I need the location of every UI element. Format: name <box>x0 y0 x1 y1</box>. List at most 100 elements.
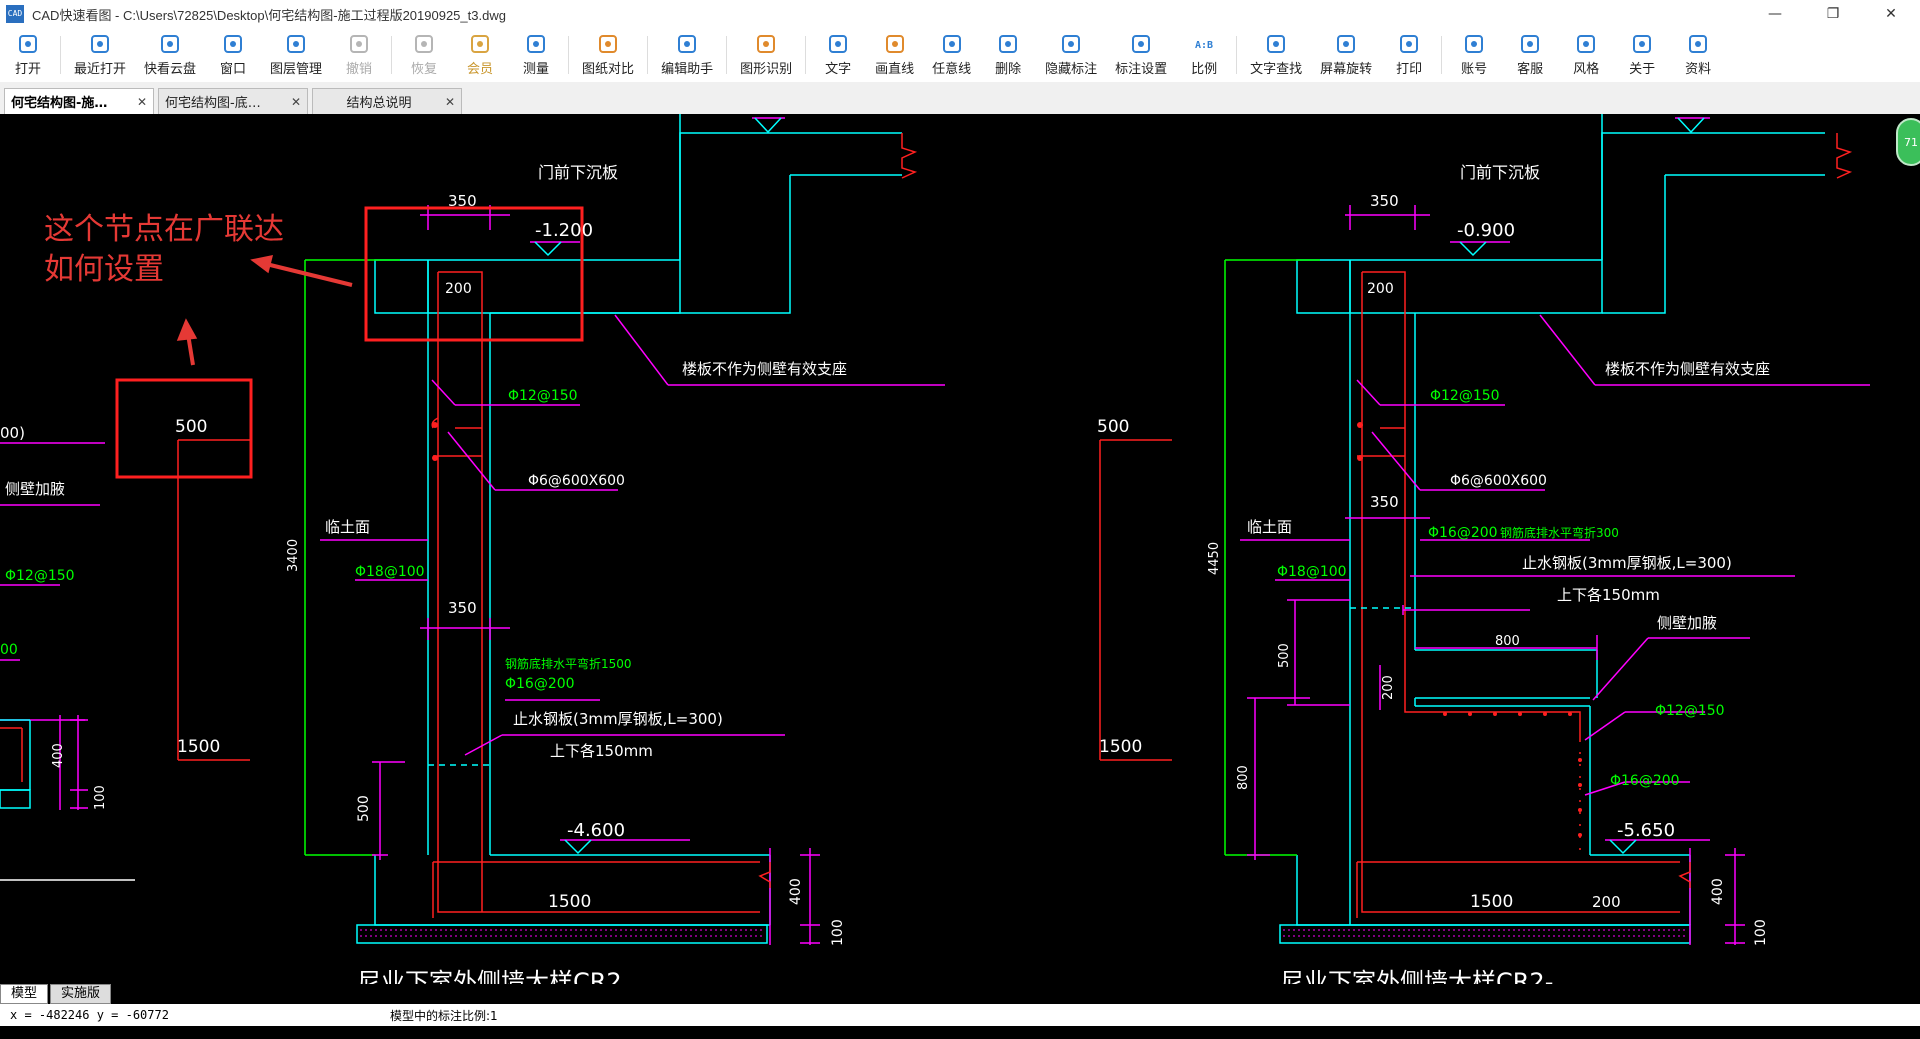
right-dim-1500: 1500 <box>1470 892 1513 912</box>
maximize-button[interactable]: ❐ <box>1804 0 1862 28</box>
toolbar-button-8[interactable]: 测量 <box>508 28 564 82</box>
toolbar-label: 最近打开 <box>74 62 127 77</box>
annotation-question: 这个节点在广联达 如何设置 <box>44 210 284 290</box>
style-icon <box>1575 33 1597 55</box>
toolbar-separator <box>60 36 61 74</box>
toolbar-button-18[interactable]: A:B 比例 <box>1176 28 1232 82</box>
left-waterstop-2: 上下各150mm <box>550 742 653 760</box>
toolbar-button-26[interactable]: 资料 <box>1670 28 1726 82</box>
middle-dim-500: 500 <box>175 417 207 437</box>
right-rebar-3: Φ18@100 <box>1277 564 1347 580</box>
toolbar-button-1[interactable]: 最近打开 <box>65 28 135 82</box>
toolbar-button-24[interactable]: 风格 <box>1558 28 1614 82</box>
settings-icon <box>1130 33 1152 55</box>
right-ground-label: 临土面 <box>1247 518 1292 536</box>
toolbar-button-12[interactable]: 文字 <box>810 28 866 82</box>
toolbar-button-25[interactable]: 关于 <box>1614 28 1670 82</box>
tab-label: 何宅结构图-施… <box>11 96 108 111</box>
toolbar-button-16[interactable]: 隐藏标注 <box>1036 28 1106 82</box>
toolbar-label: 标注设置 <box>1115 62 1168 77</box>
right-dim-200-bottom: 200 <box>1592 893 1621 911</box>
side-floating-badge[interactable]: 71 <box>1896 118 1920 166</box>
document-icon <box>1687 33 1709 55</box>
printer-icon <box>1398 33 1420 55</box>
toolbar-label: 图纸对比 <box>582 62 635 77</box>
cad-drawing: 门前下沉板 350 -1.200 200 楼板不作为侧壁有效支座 Φ12@150… <box>0 114 1870 984</box>
toolbar-label: 图形识别 <box>740 62 793 77</box>
tab-label: 何宅结构图-底… <box>165 96 261 111</box>
window-title: CAD快速看图 - C:\Users\72825\Desktop\何宅结构图-施… <box>32 7 506 23</box>
toolbar-button-3[interactable]: 窗口 <box>205 28 261 82</box>
toolbar-label: 窗口 <box>220 62 247 77</box>
minimize-button[interactable]: — <box>1746 0 1804 28</box>
left-detail-title: 尼业下室外侧墙大样CR2 <box>357 968 622 984</box>
window-icon <box>222 33 244 55</box>
tab-document-2[interactable]: 何宅结构图-底… ✕ <box>158 88 308 114</box>
toolbar-button-15[interactable]: 删除 <box>980 28 1036 82</box>
close-icon[interactable]: ✕ <box>445 95 455 109</box>
rotate-icon <box>1335 33 1357 55</box>
toolbar-button-22[interactable]: 账号 <box>1446 28 1502 82</box>
vip-icon <box>469 33 491 55</box>
line-icon <box>884 33 906 55</box>
tab-layout-implementation[interactable]: 实施版 <box>50 984 112 1004</box>
toolbar-label: 文字查找 <box>1250 62 1303 77</box>
tab-document-3[interactable]: 结构总说明 ✕ <box>312 88 462 114</box>
tab-label: 结构总说明 <box>346 96 412 111</box>
history-icon <box>89 33 111 55</box>
close-icon[interactable]: ✕ <box>137 95 147 109</box>
drawing-canvas[interactable]: 门前下沉板 350 -1.200 200 楼板不作为侧壁有效支座 Φ12@150… <box>0 114 1920 984</box>
right-dim-100: 100 <box>1753 919 1769 946</box>
layers-icon <box>285 33 307 55</box>
toolbar-label: 打印 <box>1396 62 1423 77</box>
annotation-line-2: 如何设置 <box>44 252 164 287</box>
left-elevation-top: -1.200 <box>535 220 593 241</box>
left-dim-500: 500 <box>356 795 372 822</box>
right-dim-800-vertical: 800 <box>1236 765 1251 790</box>
toolbar-button-14[interactable]: 任意线 <box>923 28 980 82</box>
cloud-icon <box>159 33 181 55</box>
right-dim-500: 500 <box>1277 643 1292 668</box>
close-icon[interactable]: ✕ <box>291 95 301 109</box>
toolbar-button-20[interactable]: 屏幕旋转 <box>1311 28 1381 82</box>
right-rebar-4: 钢筋底排水平弯折300 <box>1500 525 1619 540</box>
text-icon <box>827 33 849 55</box>
toolbar-button-5[interactable]: 撤销 <box>331 28 387 82</box>
toolbar-button-0[interactable]: 打开 <box>0 28 56 82</box>
toolbar-button-11[interactable]: 图形识别 <box>731 28 801 82</box>
left-rebar-5: Φ16@200 <box>505 676 575 692</box>
toolbar-separator <box>726 36 728 74</box>
toolbar-label: 图层管理 <box>270 62 323 77</box>
close-button[interactable]: ✕ <box>1862 0 1920 28</box>
toolbar-label: 账号 <box>1461 62 1488 77</box>
toolbar-button-13[interactable]: 画直线 <box>866 28 923 82</box>
tab-document-1[interactable]: 何宅结构图-施… ✕ <box>4 88 154 114</box>
toolbar-label: 编辑助手 <box>661 62 714 77</box>
toolbar-button-6[interactable]: 恢复 <box>396 28 452 82</box>
tab-model[interactable]: 模型 <box>0 984 49 1004</box>
toolbar-button-7[interactable]: 会员 <box>452 28 508 82</box>
left-elevation-bottom: -4.600 <box>567 820 625 841</box>
right-haunch-label: 侧壁加腋 <box>1657 614 1717 632</box>
toolbar-button-9[interactable]: 图纸对比 <box>573 28 643 82</box>
toolbar-button-4[interactable]: 图层管理 <box>261 28 331 82</box>
toolbar-button-23[interactable]: 客服 <box>1502 28 1558 82</box>
toolbar-button-17[interactable]: 标注设置 <box>1106 28 1176 82</box>
left-rebar-4: 钢筋底排水平弯折1500 <box>505 656 632 671</box>
eye-icon <box>1060 33 1082 55</box>
toolbar-label: 资料 <box>1685 62 1712 77</box>
toolbar-button-21[interactable]: 打印 <box>1381 28 1437 82</box>
toolbar-label: 打开 <box>14 62 41 77</box>
far-left-dim-400: 400 <box>51 743 66 768</box>
toolbar-label: 文字 <box>825 62 852 77</box>
toolbar-label: 撤销 <box>346 62 373 77</box>
eraser-icon <box>997 33 1019 55</box>
toolbar-button-2[interactable]: 快看云盘 <box>135 28 205 82</box>
right-detail-title: 尼业下室外侧墙大样CR2- <box>1280 968 1553 984</box>
toolbar-button-19[interactable]: 文字查找 <box>1241 28 1311 82</box>
toolbar-button-10[interactable]: 编辑助手 <box>652 28 722 82</box>
window-controls: — ❐ ✕ <box>1746 0 1920 28</box>
toolbar-separator <box>1236 36 1238 74</box>
info-icon <box>1631 33 1653 55</box>
ruler-icon <box>525 33 547 55</box>
